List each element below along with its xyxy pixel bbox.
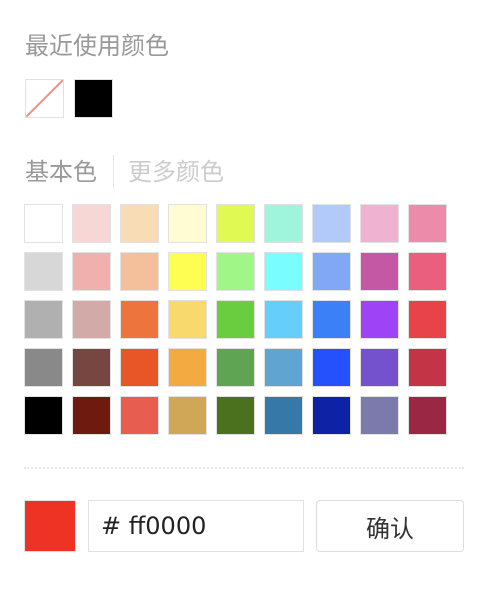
confirm-button[interactable]: 确认 bbox=[316, 500, 464, 552]
palette-color-swatch[interactable] bbox=[168, 348, 207, 387]
palette-color-swatch[interactable] bbox=[168, 396, 207, 435]
palette-color-swatch[interactable] bbox=[360, 300, 399, 339]
palette-color-swatch[interactable] bbox=[264, 204, 303, 243]
palette-color-swatch[interactable] bbox=[72, 204, 111, 243]
tab-divider bbox=[113, 155, 114, 188]
palette-color-swatch[interactable] bbox=[216, 204, 255, 243]
tab-basic-colors[interactable]: 基本色 bbox=[25, 156, 97, 188]
palette-color-swatch[interactable] bbox=[168, 300, 207, 339]
palette-color-swatch[interactable] bbox=[24, 204, 63, 243]
palette-color-swatch[interactable] bbox=[216, 300, 255, 339]
recent-colors-row bbox=[25, 79, 113, 118]
palette-color-swatch[interactable] bbox=[264, 348, 303, 387]
palette-color-swatch[interactable] bbox=[24, 300, 63, 339]
palette-color-swatch[interactable] bbox=[312, 348, 351, 387]
palette-color-swatch[interactable] bbox=[120, 348, 159, 387]
recent-colors-title: 最近使用颜色 bbox=[25, 32, 169, 60]
palette-color-swatch[interactable] bbox=[264, 396, 303, 435]
palette-color-swatch[interactable] bbox=[408, 300, 447, 339]
palette-color-swatch[interactable] bbox=[216, 252, 255, 291]
palette-color-swatch[interactable] bbox=[408, 348, 447, 387]
palette-color-swatch[interactable] bbox=[312, 300, 351, 339]
palette-color-swatch[interactable] bbox=[264, 300, 303, 339]
current-color-preview bbox=[24, 500, 76, 552]
basic-color-grid bbox=[24, 204, 447, 435]
palette-color-swatch[interactable] bbox=[24, 396, 63, 435]
recent-color-swatch[interactable] bbox=[74, 79, 113, 118]
palette-color-swatch[interactable] bbox=[24, 252, 63, 291]
palette-color-swatch[interactable] bbox=[120, 204, 159, 243]
palette-color-swatch[interactable] bbox=[168, 252, 207, 291]
palette-color-swatch[interactable] bbox=[312, 204, 351, 243]
hex-color-input[interactable]: # ff0000 bbox=[88, 500, 304, 552]
divider bbox=[24, 467, 464, 469]
palette-color-swatch[interactable] bbox=[72, 348, 111, 387]
palette-color-swatch[interactable] bbox=[312, 252, 351, 291]
palette-color-swatch[interactable] bbox=[216, 396, 255, 435]
palette-color-swatch[interactable] bbox=[264, 252, 303, 291]
palette-color-swatch[interactable] bbox=[360, 204, 399, 243]
tab-more-colors[interactable]: 更多颜色 bbox=[128, 156, 224, 188]
palette-color-swatch[interactable] bbox=[408, 204, 447, 243]
color-tabs: 基本色 更多颜色 bbox=[25, 155, 224, 188]
palette-color-swatch[interactable] bbox=[168, 204, 207, 243]
palette-color-swatch[interactable] bbox=[120, 396, 159, 435]
palette-color-swatch[interactable] bbox=[408, 396, 447, 435]
palette-color-swatch[interactable] bbox=[72, 300, 111, 339]
palette-color-swatch[interactable] bbox=[216, 348, 255, 387]
palette-color-swatch[interactable] bbox=[72, 396, 111, 435]
palette-color-swatch[interactable] bbox=[312, 396, 351, 435]
palette-color-swatch[interactable] bbox=[360, 396, 399, 435]
palette-color-swatch[interactable] bbox=[120, 300, 159, 339]
palette-color-swatch[interactable] bbox=[72, 252, 111, 291]
palette-color-swatch[interactable] bbox=[408, 252, 447, 291]
palette-color-swatch[interactable] bbox=[120, 252, 159, 291]
palette-color-swatch[interactable] bbox=[360, 252, 399, 291]
no-color-slash-icon bbox=[26, 80, 63, 117]
no-color-swatch[interactable] bbox=[25, 79, 64, 118]
palette-color-swatch[interactable] bbox=[360, 348, 399, 387]
palette-color-swatch[interactable] bbox=[24, 348, 63, 387]
